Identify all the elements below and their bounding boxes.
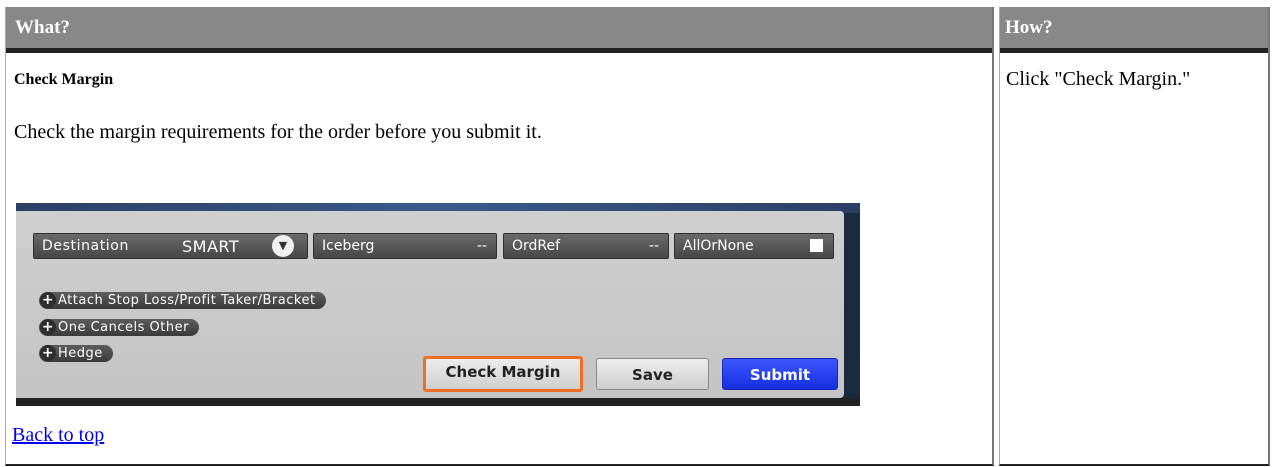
attach-bracket-toggle[interactable]: + Attach Stop Loss/Profit Taker/Bracket (39, 292, 326, 309)
order-panel-screenshot: Destination SMART ▼ Iceberg -- OrdRef --… (16, 203, 860, 406)
how-column: How? Click "Check Margin." (999, 7, 1270, 466)
hedge-toggle[interactable]: + Hedge (39, 345, 113, 362)
page: What? Check Margin Check the margin requ… (0, 0, 1277, 467)
save-button[interactable]: Save (596, 358, 709, 390)
hedge-label: Hedge (58, 346, 103, 361)
section-description: Check the margin requirements for the or… (14, 121, 542, 143)
plus-icon: + (40, 319, 56, 335)
chevron-down-icon[interactable]: ▼ (272, 235, 294, 257)
how-header: How? (1000, 7, 1268, 53)
back-to-top-link[interactable]: Back to top (12, 424, 104, 447)
destination-value: SMART (182, 237, 240, 256)
section-heading: Check Margin (14, 71, 114, 88)
iceberg-value: -- (476, 238, 487, 254)
plus-icon: + (40, 292, 56, 308)
destination-label: Destination (42, 238, 129, 254)
allornone-label: AllOrNone (683, 238, 754, 254)
one-cancels-other-label: One Cancels Other (58, 320, 189, 335)
ordref-value: -- (648, 238, 659, 254)
iceberg-field[interactable]: Iceberg -- (313, 233, 497, 259)
ordref-field[interactable]: OrdRef -- (503, 233, 669, 259)
submit-button[interactable]: Submit (722, 358, 838, 390)
how-instruction: Click "Check Margin." (1006, 68, 1191, 90)
attach-bracket-label: Attach Stop Loss/Profit Taker/Bracket (58, 293, 316, 308)
what-body: Check Margin Check the margin requiremen… (6, 70, 992, 144)
plus-icon: + (40, 345, 56, 361)
destination-field[interactable]: Destination SMART ▼ (33, 233, 308, 259)
iceberg-label: Iceberg (322, 238, 375, 254)
check-margin-button[interactable]: Check Margin (423, 356, 583, 392)
allornone-checkbox[interactable] (810, 239, 823, 252)
one-cancels-other-toggle[interactable]: + One Cancels Other (39, 319, 199, 336)
what-header: What? (6, 7, 992, 53)
order-panel: Destination SMART ▼ Iceberg -- OrdRef --… (16, 211, 844, 398)
screenshot-bottom-strip (16, 398, 860, 406)
ordref-label: OrdRef (512, 238, 561, 254)
allornone-field[interactable]: AllOrNone (674, 233, 834, 259)
